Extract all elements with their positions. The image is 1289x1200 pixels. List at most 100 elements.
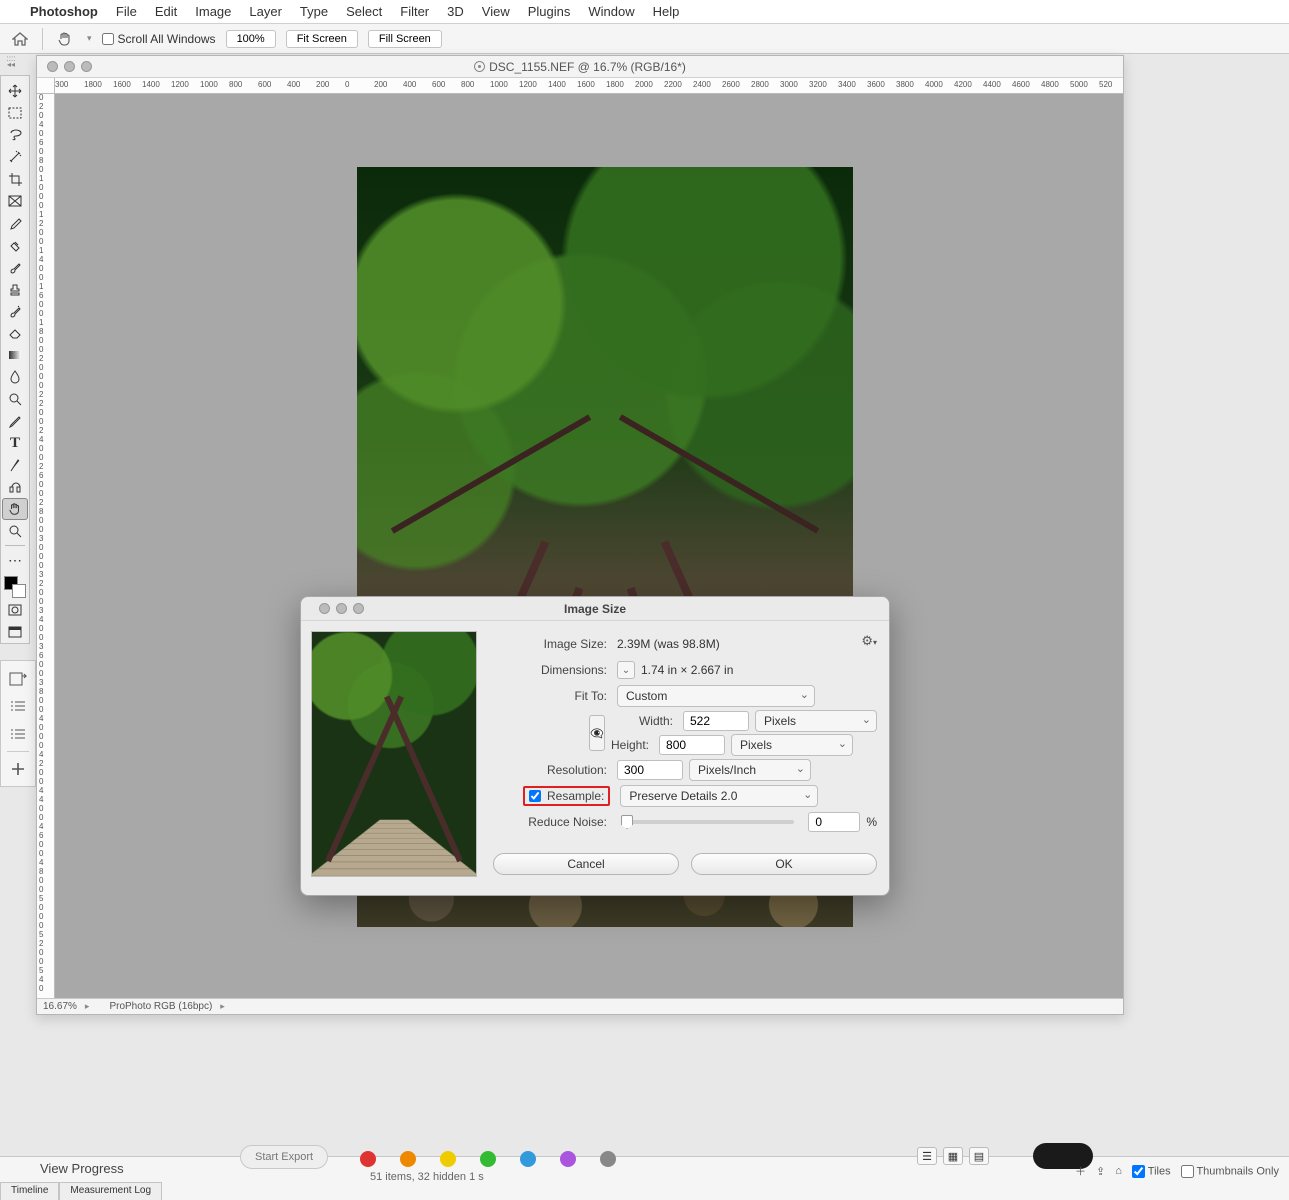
traffic-lights[interactable] xyxy=(37,61,92,72)
fit-screen-button[interactable]: Fit Screen xyxy=(286,30,358,48)
gradient-tool-icon[interactable] xyxy=(2,344,28,366)
resolution-input[interactable] xyxy=(617,760,683,780)
resample-method-select[interactable]: Preserve Details 2.0 xyxy=(620,785,818,807)
tiles-toggle[interactable]: Tiles xyxy=(1132,1165,1171,1178)
status-profile[interactable]: ProPhoto RGB (16bpc) xyxy=(109,1001,212,1012)
thumbs-toggle[interactable]: Thumbnails Only xyxy=(1181,1165,1279,1178)
menu-3d[interactable]: 3D xyxy=(447,4,464,19)
height-label: Height: xyxy=(611,738,653,752)
eraser-tool-icon[interactable] xyxy=(2,322,28,344)
ok-button[interactable]: OK xyxy=(691,853,877,875)
hand-tool-icon[interactable] xyxy=(2,498,28,520)
shape-tool-icon[interactable] xyxy=(2,476,28,498)
brush-tool-icon[interactable] xyxy=(2,256,28,278)
marquee-tool-icon[interactable] xyxy=(2,102,28,124)
items-info: 51 items, 32 hidden 1 s xyxy=(370,1171,484,1183)
resample-highlight: Resample: xyxy=(523,786,610,806)
tool-dropdown-icon[interactable]: ▾ xyxy=(87,33,92,44)
tab-measurement-log[interactable]: Measurement Log xyxy=(59,1182,162,1200)
frame-tool-icon[interactable] xyxy=(2,190,28,212)
screen-mode-icon[interactable] xyxy=(2,621,28,643)
history-brush-tool-icon[interactable] xyxy=(2,300,28,322)
lasso-tool-icon[interactable] xyxy=(2,124,28,146)
dialog-titlebar: Image Size xyxy=(301,597,889,621)
pen-tool-icon[interactable] xyxy=(2,410,28,432)
menu-help[interactable]: Help xyxy=(653,4,680,19)
cancel-button[interactable]: Cancel xyxy=(493,853,679,875)
menu-image[interactable]: Image xyxy=(195,4,231,19)
resample-label: Resample: xyxy=(547,789,604,803)
menu-filter[interactable]: Filter xyxy=(400,4,429,19)
scroll-all-windows-option[interactable]: Scroll All Windows xyxy=(102,32,216,46)
home-button[interactable] xyxy=(8,27,32,51)
menu-layer[interactable]: Layer xyxy=(249,4,282,19)
menu-view[interactable]: View xyxy=(482,4,510,19)
bottom-tabs[interactable]: Timeline Measurement Log xyxy=(0,1182,162,1200)
hand-tool-icon[interactable] xyxy=(53,27,77,51)
fit-to-select[interactable]: Custom xyxy=(617,685,815,707)
ruler-horizontal[interactable]: 3001800160014001200100080060040020002004… xyxy=(55,78,1123,94)
type-tool-icon[interactable]: T xyxy=(2,432,28,454)
menu-window[interactable]: Window xyxy=(588,4,634,19)
menu-edit[interactable]: Edit xyxy=(155,4,177,19)
image-size-label: Image Size: xyxy=(493,637,611,651)
heal-tool-icon[interactable] xyxy=(2,234,28,256)
app-name[interactable]: Photoshop xyxy=(30,4,98,19)
menu-type[interactable]: Type xyxy=(300,4,328,19)
dialog-preview xyxy=(311,631,477,877)
add-panel-icon[interactable] xyxy=(5,758,31,780)
ruler-vertical[interactable]: 0204060801000120014001600180020002200240… xyxy=(37,94,55,998)
start-export-button[interactable]: Start Export xyxy=(240,1145,328,1169)
export-panel-icon[interactable] xyxy=(5,667,31,689)
stamp-tool-icon[interactable] xyxy=(2,278,28,300)
dialog-traffic-lights[interactable] xyxy=(309,603,364,614)
reduce-noise-input[interactable] xyxy=(808,812,860,832)
panel-collapse-dots[interactable]: ::::◂◂ xyxy=(2,56,20,68)
slider-thumb[interactable] xyxy=(621,815,633,829)
width-input[interactable] xyxy=(683,711,749,731)
color-swatches[interactable] xyxy=(3,575,27,599)
upload-icon[interactable]: ⇪ xyxy=(1096,1165,1105,1178)
status-zoom[interactable]: 16.67% xyxy=(43,1001,77,1012)
tag-icon[interactable]: ⌂ xyxy=(1115,1165,1122,1177)
dimensions-dropdown[interactable]: ⌄ xyxy=(617,661,635,679)
height-input[interactable] xyxy=(659,735,725,755)
list1-panel-icon[interactable] xyxy=(5,695,31,717)
fill-screen-button[interactable]: Fill Screen xyxy=(368,30,442,48)
move-tool-icon[interactable] xyxy=(2,80,28,102)
zoom-chevron-icon[interactable]: ▸ xyxy=(85,1001,90,1012)
quick-mask-icon[interactable] xyxy=(2,599,28,621)
plus-icon[interactable]: ＋ xyxy=(1075,1163,1086,1179)
ruler-origin[interactable] xyxy=(37,78,55,94)
dimensions-value: 1.74 in × 2.667 in xyxy=(641,663,733,677)
dimensions-label: Dimensions: xyxy=(493,663,611,677)
color-label-dots[interactable] xyxy=(360,1151,616,1167)
reduce-noise-slider[interactable] xyxy=(621,820,794,824)
menu-file[interactable]: File xyxy=(116,4,137,19)
zoom-value-button[interactable]: 100% xyxy=(226,30,276,48)
resolution-label: Resolution: xyxy=(493,763,611,777)
tab-timeline[interactable]: Timeline xyxy=(0,1182,59,1200)
crop-tool-icon[interactable] xyxy=(2,168,28,190)
edit-toolbar-icon[interactable]: ⋯ xyxy=(2,549,28,571)
wand-tool-icon[interactable] xyxy=(2,146,28,168)
width-unit-select[interactable]: Pixels xyxy=(755,710,877,732)
finder-view-icons[interactable]: ☰▦▤ xyxy=(917,1147,989,1165)
mac-menubar: Photoshop File Edit Image Layer Type Sel… xyxy=(0,0,1289,24)
path-tool-icon[interactable] xyxy=(2,454,28,476)
blur-tool-icon[interactable] xyxy=(2,366,28,388)
profile-chevron-icon[interactable]: ▸ xyxy=(220,1001,225,1012)
dodge-tool-icon[interactable] xyxy=(2,388,28,410)
eyedropper-tool-icon[interactable] xyxy=(2,212,28,234)
resolution-unit-select[interactable]: Pixels/Inch xyxy=(689,759,811,781)
menu-plugins[interactable]: Plugins xyxy=(528,4,571,19)
zoom-tool-icon[interactable] xyxy=(2,520,28,542)
list2-panel-icon[interactable] xyxy=(5,723,31,745)
height-unit-select[interactable]: Pixels xyxy=(731,734,853,756)
gear-icon[interactable]: ⚙︎▾ xyxy=(861,633,877,649)
resample-checkbox[interactable] xyxy=(529,790,541,802)
constrain-link-icon[interactable]: 👁‍🗨 xyxy=(589,715,605,751)
background-swatch[interactable] xyxy=(12,584,26,598)
menu-select[interactable]: Select xyxy=(346,4,382,19)
scroll-all-checkbox[interactable] xyxy=(102,33,114,45)
